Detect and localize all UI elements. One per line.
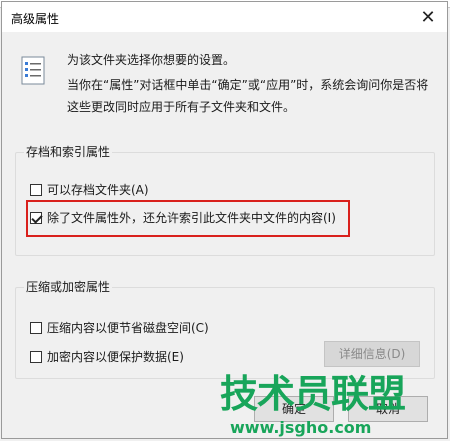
encrypt-label: 加密内容以便保护数据(E) xyxy=(47,350,184,364)
advanced-attributes-dialog: 高级属性 ✕ 为该文件夹选择你想要的设置。 当你在“属性”对话框中单击“确定”或… xyxy=(1,1,448,439)
watermark: 技术员联盟 www.jsgho.com xyxy=(220,372,406,437)
index-content-label: 除了文件属性外，还允许索引此文件夹中文件的内容(I) xyxy=(47,211,336,225)
apply-note-text: 当你在“属性”对话框中单击“确定”或“应用”时，系统会询问你是否将这些更改同时应… xyxy=(67,78,429,114)
archive-checkbox[interactable] xyxy=(30,183,42,196)
compress-encrypt-group-title: 压缩或加密属性 xyxy=(24,278,113,295)
archive-option[interactable]: 可以存档文件夹(A) xyxy=(30,181,149,198)
archive-label: 可以存档文件夹(A) xyxy=(47,183,149,197)
properties-document-icon xyxy=(21,56,45,85)
details-button[interactable]: 详细信息(D) xyxy=(324,341,420,367)
title-bar: 高级属性 ✕ xyxy=(2,2,447,32)
watermark-brand: 技术员联盟 xyxy=(220,372,406,416)
watermark-url: www.jsgho.com xyxy=(230,418,372,437)
dialog-title: 高级属性 xyxy=(11,12,60,26)
index-content-option[interactable]: 除了文件属性外，还允许索引此文件夹中文件的内容(I) xyxy=(30,209,336,226)
encrypt-checkbox[interactable] xyxy=(30,350,42,363)
archive-index-group-title: 存档和索引属性 xyxy=(24,143,113,160)
compress-checkbox[interactable] xyxy=(30,321,42,334)
index-content-checkbox[interactable] xyxy=(30,211,42,224)
compress-label: 压缩内容以便节省磁盘空间(C) xyxy=(47,321,209,335)
encrypt-option[interactable]: 加密内容以便保护数据(E) xyxy=(30,348,184,365)
compress-option[interactable]: 压缩内容以便节省磁盘空间(C) xyxy=(30,319,209,336)
close-icon[interactable]: ✕ xyxy=(417,7,439,29)
intro-text: 为该文件夹选择你想要的设置。 xyxy=(67,53,236,67)
